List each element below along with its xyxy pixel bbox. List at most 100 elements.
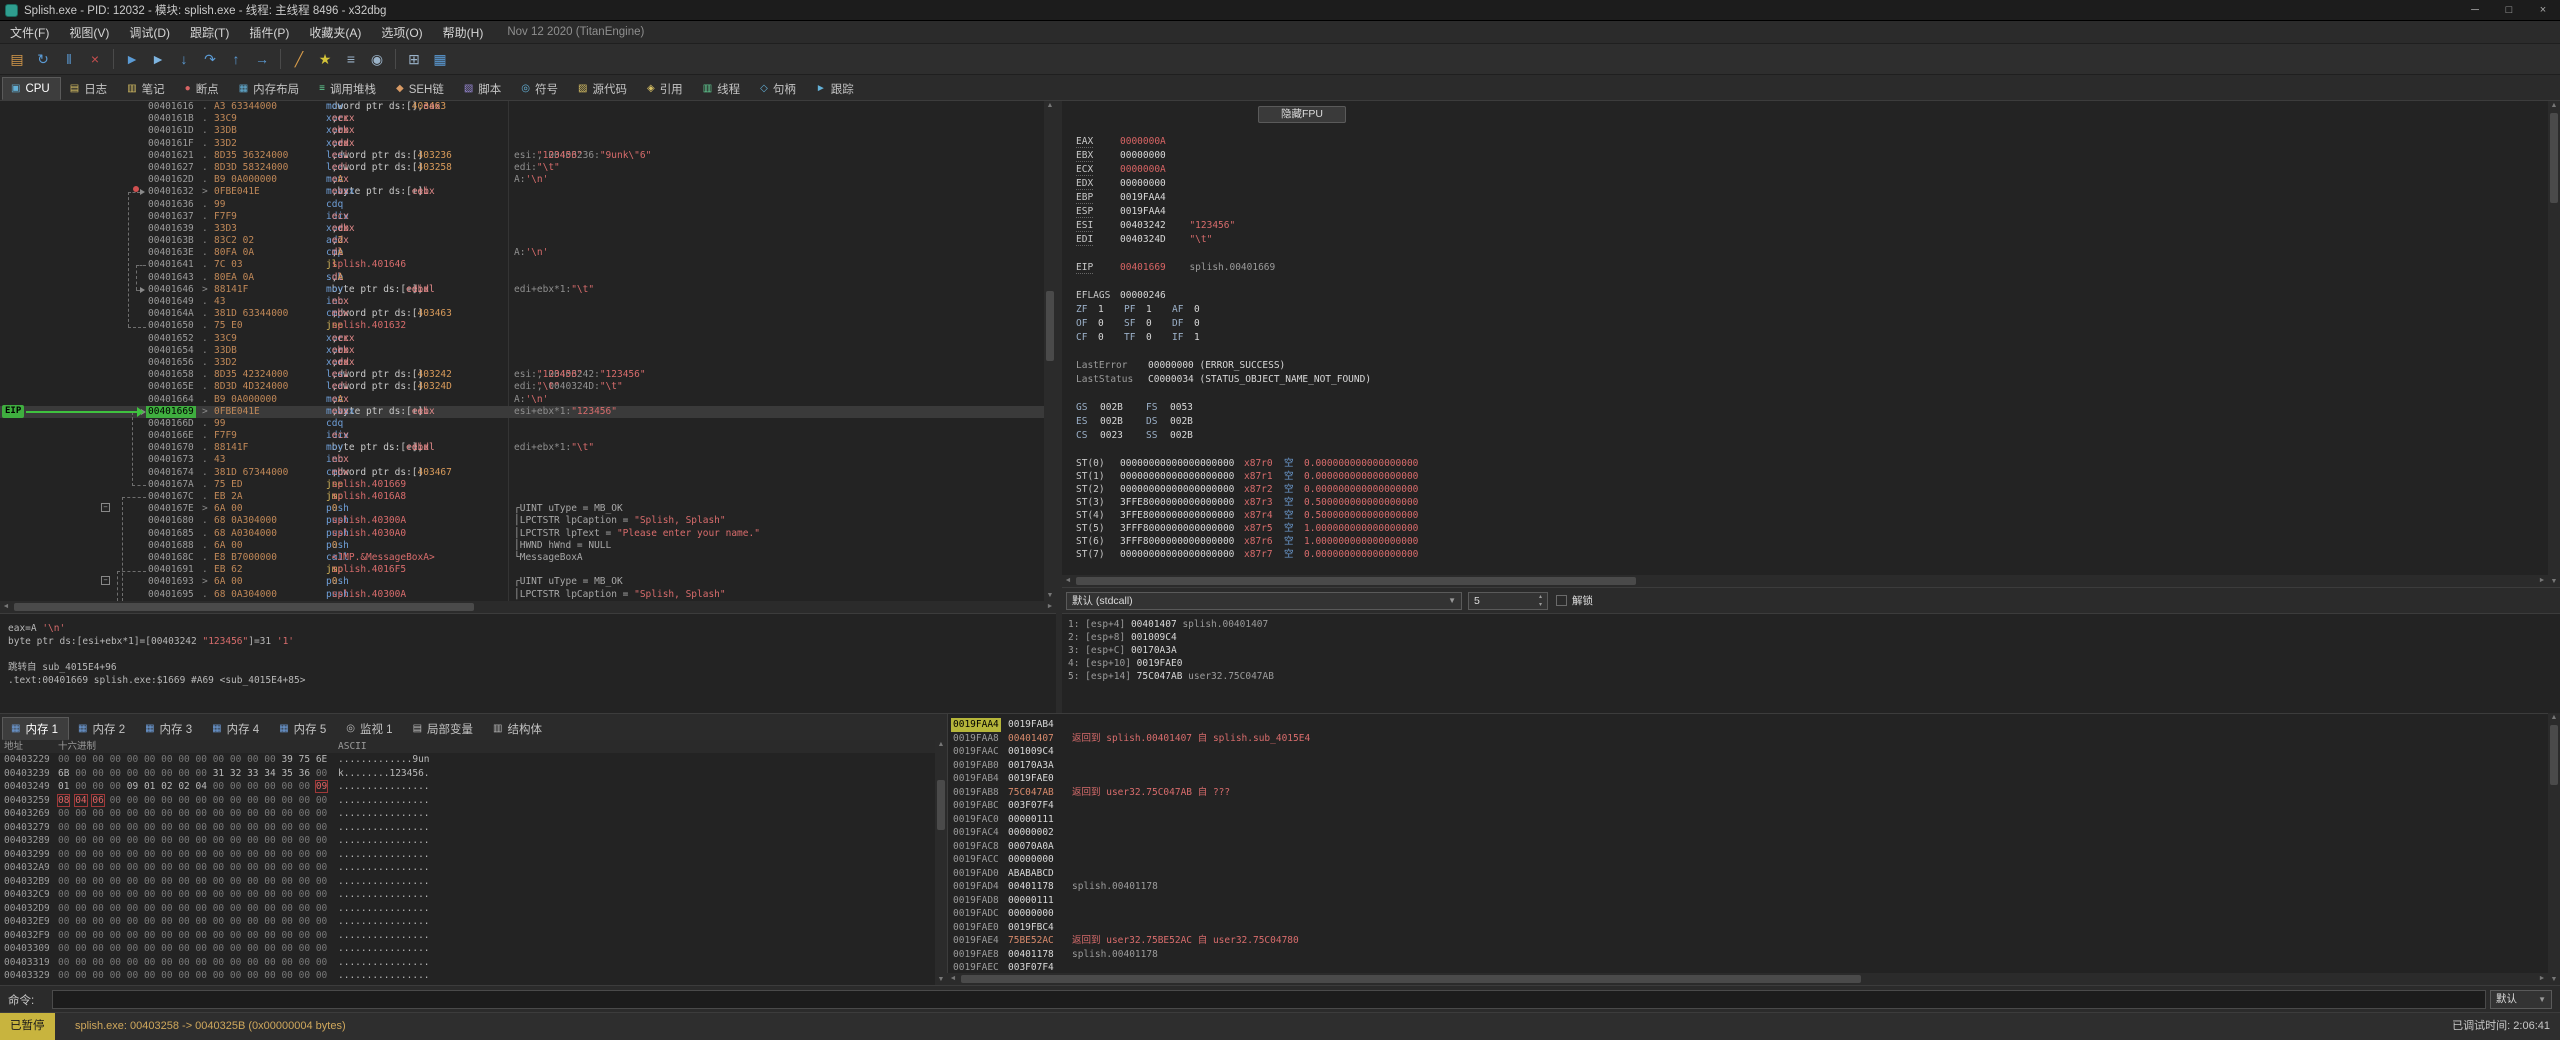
- dump-row[interactable]: 00403239 6B 00 00 00 00 00 00 00 00 31 32…: [0, 767, 935, 781]
- scroll-up-icon[interactable]: ▲: [2548, 713, 2560, 723]
- favourites-icon[interactable]: ★: [312, 47, 338, 71]
- disasm-row[interactable]: 0040165E. 8D3D 4D324000 lea edi ,dword ptr …: [0, 381, 1044, 393]
- stack-hscrollbar[interactable]: ◄ ►: [947, 973, 2548, 985]
- fpu-ST(5)[interactable]: ST(5) 3FFF8000000000000000 x87r5 空 1.0000000…: [1076, 522, 1418, 535]
- bottom-tab-内存 1[interactable]: ▦ 内存 1: [2, 717, 70, 740]
- tab-脚本[interactable]: ▧ 脚本: [455, 77, 512, 100]
- minimize-button[interactable]: ─: [2458, 0, 2492, 20]
- arg-count-stepper[interactable]: 5 ▴ ▾: [1468, 592, 1548, 610]
- command-input[interactable]: [52, 990, 2486, 1009]
- stack-row[interactable]: 0019FABC 003F07F4: [948, 799, 2548, 813]
- tab-内存布局[interactable]: ▦ 内存布局: [230, 77, 310, 100]
- registers-hscrollbar[interactable]: ◄ ►: [1062, 575, 2548, 587]
- fpu-ST(7)[interactable]: ST(7) 00000000000000000000 x87r7 空 0.0000000…: [1076, 548, 1418, 561]
- maximize-button[interactable]: □: [2492, 0, 2526, 20]
- disasm-row[interactable]: 0040161D. 33DB xor ebx, ebx: [0, 125, 1044, 137]
- disasm-row[interactable]: 00401670. 88141F mov byte ptr ds:[edi + ebx]…: [0, 442, 1044, 454]
- disasm-row[interactable]: 0040164A. 381D 63344000 cmp ebx ,dword ptr …: [0, 308, 1044, 320]
- collapse-box-icon[interactable]: −: [101, 576, 110, 586]
- run-icon[interactable]: ►: [119, 47, 145, 71]
- menu-item[interactable]: 调试(D): [119, 21, 180, 44]
- disasm-row[interactable]: 0040162D. B9 0A000000 mov ecx, A A: '\n': [0, 174, 1044, 186]
- pause-icon[interactable]: ‖: [56, 47, 82, 71]
- scroll-down-icon[interactable]: ▼: [2548, 577, 2560, 587]
- arg-row[interactable]: 3: [esp+C] 00170A3A: [1068, 644, 2560, 657]
- stack-pane[interactable]: 0019FAA4 0019FAB4 0019FAA8 00401407 返回到 spli…: [947, 713, 2548, 985]
- register-esi[interactable]: ESI 00403242 "123456": [1076, 219, 1235, 232]
- fpu-ST(4)[interactable]: ST(4) 3FFE8000000000000000 x87r4 空 0.5000000…: [1076, 509, 1418, 522]
- stack-row[interactable]: 0019FAB0 00170A3A: [948, 759, 2548, 773]
- registers-vscrollbar[interactable]: ▲ ▼: [2548, 101, 2560, 587]
- arg-row[interactable]: 1: [esp+4] 00401407 splish.00401407: [1068, 618, 2560, 631]
- flags-row[interactable]: ZF 1 PF 1 AF 0: [1076, 303, 1220, 316]
- last-status[interactable]: LastStatus C0000034 (STATUS_OBJECT_NAME_N…: [1076, 373, 1371, 386]
- fpu-ST(3)[interactable]: ST(3) 3FFE8000000000000000 x87r3 空 0.5000000…: [1076, 496, 1418, 509]
- arg-row[interactable]: 2: [esp+8] 001009C4: [1068, 631, 2560, 644]
- stack-row[interactable]: 0019FAB8 75C047AB 返回到 user32.75C047AB 自 ??…: [948, 786, 2548, 800]
- last-error[interactable]: LastError 00000000 (ERROR_SUCCESS): [1076, 359, 1285, 372]
- run-alt-icon[interactable]: ►: [145, 47, 171, 71]
- disasm-row[interactable]: −0040167E >6A 00 push 0 ┌UINT uType = MB_OK: [0, 503, 1044, 515]
- bottom-tab-内存 4[interactable]: ▦ 内存 4: [203, 717, 270, 740]
- tab-调用堆栈[interactable]: ≡ 调用堆栈: [310, 77, 387, 100]
- register-ebp[interactable]: EBP 0019FAA4: [1076, 191, 1178, 204]
- restart-icon[interactable]: ↻: [30, 47, 56, 71]
- menu-item[interactable]: 插件(P): [239, 21, 299, 44]
- dump-row[interactable]: 00403319 00 00 00 00 00 00 00 00 00 00 00…: [0, 956, 935, 970]
- stack-row[interactable]: 0019FAC4 00000002: [948, 826, 2548, 840]
- disasm-row[interactable]: 00401637. F7F9 idiv ecx: [0, 211, 1044, 223]
- scroll-left-icon[interactable]: ◄: [0, 601, 12, 613]
- menu-item[interactable]: 视图(V): [59, 21, 119, 44]
- fpu-ST(1)[interactable]: ST(1) 00000000000000000000 x87r1 空 0.0000000…: [1076, 470, 1418, 483]
- tab-笔记[interactable]: ▥ 笔记: [118, 77, 175, 100]
- scroll-down-icon[interactable]: ▼: [2548, 975, 2560, 985]
- dump-row[interactable]: 00403309 00 00 00 00 00 00 00 00 00 00 00…: [0, 942, 935, 956]
- disasm-row[interactable]: 00401643. 80EA 0A sub dl, A: [0, 272, 1044, 284]
- disasm-row[interactable]: 0040167A. 75 ED jne splish.401669: [0, 479, 1044, 491]
- stack-row[interactable]: 0019FAD8 00000111: [948, 894, 2548, 908]
- scroll-up-icon[interactable]: ▲: [2548, 101, 2560, 111]
- fpu-ST(0)[interactable]: ST(0) 00000000000000000000 x87r0 空 0.0000000…: [1076, 457, 1418, 470]
- register-ecx[interactable]: ECX 0000000A: [1076, 163, 1178, 176]
- scroll-right-icon[interactable]: ►: [1044, 601, 1056, 613]
- preferences-icon[interactable]: ≡: [338, 47, 364, 71]
- bottom-tab-监视 1[interactable]: ◎ 监视 1: [337, 717, 403, 740]
- dump-row[interactable]: 004032F9 00 00 00 00 00 00 00 00 00 00 00…: [0, 929, 935, 943]
- spinner-arrows-icon[interactable]: ▴ ▾: [1539, 593, 1542, 609]
- segment-row[interactable]: CS 0023 SS 002B: [1076, 429, 1216, 442]
- disasm-row[interactable]: 0040167C. EB 2A jmp splish.4016A8: [0, 491, 1044, 503]
- dump-row[interactable]: 00403329 00 00 00 00 00 00 00 00 00 00 00…: [0, 969, 935, 983]
- disasm-row[interactable]: 00401636. 99 cdq: [0, 199, 1044, 211]
- tab-断点[interactable]: ● 断点: [176, 77, 230, 100]
- scroll-up-icon[interactable]: ▲: [935, 740, 947, 750]
- disasm-row[interactable]: 0040163E. 80FA 0A cmp dl, A A: '\n': [0, 247, 1044, 259]
- scroll-left-icon[interactable]: ◄: [1062, 575, 1074, 587]
- dump-vscrollbar[interactable]: ▲ ▼: [935, 740, 947, 985]
- disasm-row[interactable]: 00401652. 33C9 xor ecx, ecx: [0, 333, 1044, 345]
- stack-row[interactable]: 0019FAC0 00000111: [948, 813, 2548, 827]
- dump-row[interactable]: 00403229 00 00 00 00 00 00 00 00 00 00 00…: [0, 753, 935, 767]
- flags-row[interactable]: CF 0 TF 0 IF 1: [1076, 331, 1220, 344]
- disasm-row[interactable]: 00401616. A3 63344000 mov dword ptr ds:[40…: [0, 101, 1044, 113]
- disasm-row[interactable]: 0040161B. 33C9 xor ecx, ecx: [0, 113, 1044, 125]
- stack-vscrollbar[interactable]: ▲ ▼: [2548, 713, 2560, 985]
- disasm-row[interactable]: 00401639. 33D3 xor edx, ebx: [0, 223, 1044, 235]
- segment-row[interactable]: GS 002B FS 0053: [1076, 401, 1216, 414]
- appearance-icon[interactable]: ◉: [364, 47, 390, 71]
- stack-row[interactable]: 0019FAB4 0019FAE0: [948, 772, 2548, 786]
- disasm-row[interactable]: −00401693 >6A 00 push 0 ┌UINT uType = MB_OK: [0, 576, 1044, 588]
- hide-fpu-button[interactable]: 隐藏FPU: [1258, 106, 1346, 123]
- bottom-tab-内存 3[interactable]: ▦ 内存 3: [136, 717, 203, 740]
- disasm-row[interactable]: 0040161F. 33D2 xor edx, edx: [0, 138, 1044, 150]
- step-into-icon[interactable]: ↓: [171, 47, 197, 71]
- unlock-checkbox[interactable]: [1556, 595, 1567, 606]
- stack-row[interactable]: 0019FAE8 00401178 splish.00401178: [948, 948, 2548, 962]
- stop-icon[interactable]: ×: [82, 47, 108, 71]
- patch-icon[interactable]: ╱: [286, 47, 312, 71]
- dump-row[interactable]: 00403289 00 00 00 00 00 00 00 00 00 00 00…: [0, 834, 935, 848]
- step-over-icon[interactable]: ↷: [197, 47, 223, 71]
- stack-row[interactable]: 0019FAAC 001009C4: [948, 745, 2548, 759]
- disasm-row[interactable]: 00401656. 33D2 xor edx, edx: [0, 357, 1044, 369]
- debug-monitor-icon[interactable]: ▦: [427, 47, 453, 71]
- scroll-down-icon[interactable]: ▼: [935, 975, 947, 985]
